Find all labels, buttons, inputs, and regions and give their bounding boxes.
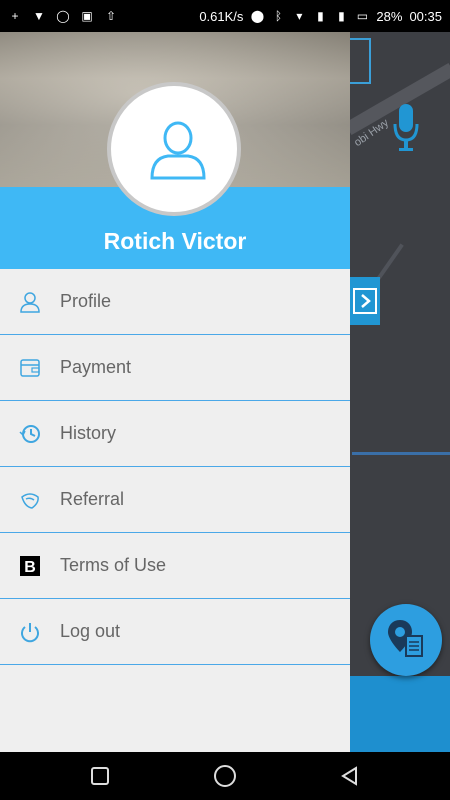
map-road (352, 452, 450, 455)
menu-item-logout[interactable]: Log out (0, 599, 350, 665)
microphone-icon[interactable] (392, 102, 420, 154)
system-icons: 0.61K/s ⬤ ᛒ ▾ ▮ ▮ ▭ 28% 00:35 (199, 9, 442, 24)
wallet-icon (19, 357, 41, 379)
user-name: Rotich Victor (103, 228, 247, 254)
menu-item-label: Payment (60, 357, 132, 377)
menu-item-label: History (60, 423, 117, 443)
status-bar: + ▼ ◯ ▣ ⇧ 0.61K/s ⬤ ᛒ ▾ ▮ ▮ ▭ 28% 00:35 (0, 0, 450, 32)
location-pin-button[interactable] (370, 604, 442, 676)
location-icon: ⬤ (250, 9, 265, 23)
network-speed: 0.61K/s (199, 8, 244, 24)
referral-icon (19, 489, 41, 511)
shield-icon: ▼ (33, 9, 45, 23)
clock: 00:35 (409, 8, 442, 24)
menu-item-profile[interactable]: Profile (0, 269, 350, 335)
signal-icon: ▮ (317, 9, 324, 23)
menu-item-label: Referral (60, 489, 125, 509)
notification-icons: + ▼ ◯ ▣ ⇧ (8, 9, 118, 23)
avatar[interactable] (107, 82, 241, 216)
drawer-menu: Profile Payment History Referral B Terms… (0, 269, 350, 665)
system-navigation-bar (0, 752, 450, 800)
power-icon (19, 621, 41, 643)
back-icon[interactable] (340, 766, 360, 786)
person-icon (150, 121, 206, 180)
menu-item-history[interactable]: History (0, 401, 350, 467)
wifi-icon: ▾ (296, 9, 303, 23)
navigation-drawer: Rotich Victor Profile Payment History Re… (0, 32, 350, 752)
battery-percent: 28% (376, 8, 403, 24)
recents-icon[interactable] (90, 766, 110, 786)
chevron-right-icon (353, 288, 377, 314)
menu-item-terms[interactable]: B Terms of Use (0, 533, 350, 599)
whatsapp-icon: ◯ (56, 9, 70, 23)
menu-item-referral[interactable]: Referral (0, 467, 350, 533)
menu-item-label: Terms of Use (60, 555, 167, 575)
history-icon (19, 423, 41, 445)
upload-icon: ⇧ (105, 9, 117, 23)
menu-item-payment[interactable]: Payment (0, 335, 350, 401)
image-icon: ▣ (81, 9, 93, 23)
svg-text:B: B (24, 559, 36, 576)
bluetooth-icon: ᛒ (274, 9, 283, 23)
battery-icon: ▭ (356, 9, 369, 23)
map-bottom-bar (350, 676, 450, 752)
menu-item-label: Log out (60, 621, 121, 641)
expand-panel-button[interactable] (350, 277, 380, 325)
signal-icon-2: ▮ (338, 9, 345, 23)
person-icon (19, 291, 41, 313)
location-document-icon (388, 620, 423, 657)
plus-icon: + (11, 9, 19, 23)
menu-item-label: Profile (60, 291, 112, 311)
terms-b-icon: B (19, 555, 41, 577)
home-icon[interactable] (213, 764, 237, 788)
